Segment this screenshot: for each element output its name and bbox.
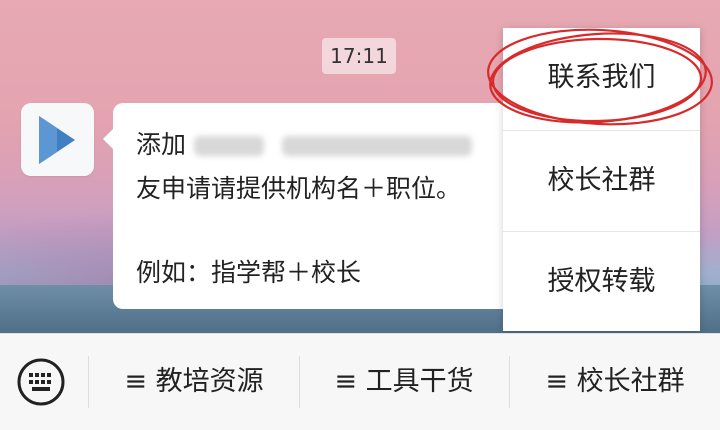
menu-item-principal-community[interactable]: 校长社群 xyxy=(503,130,700,231)
redacted-number xyxy=(281,136,472,156)
message-line-2: 友申请请提供机构名＋职位。 xyxy=(136,174,462,203)
menu-item-contact-us[interactable]: 联系我们 xyxy=(503,28,700,128)
keyboard-icon[interactable] xyxy=(16,357,66,407)
tab-tools[interactable]: ≡ 工具干货 xyxy=(300,334,508,430)
message-prefix: 添加 xyxy=(136,130,187,159)
tab-resources[interactable]: ≡ 教培资源 xyxy=(90,334,298,430)
redacted-name xyxy=(193,136,264,156)
avatar[interactable] xyxy=(21,103,94,176)
menu-item-authorized-repost[interactable]: 授权转载 xyxy=(503,231,700,332)
tab-principal-community[interactable]: ≡ 校长社群 xyxy=(510,334,720,430)
message-line-3: 例如：指学帮＋校长 xyxy=(136,258,362,287)
message-line-1: 添加 xyxy=(136,125,472,161)
bottom-menu-bar: ≡ 教培资源 ≡ 工具干货 ≡ 校长社群 xyxy=(0,333,720,430)
divider xyxy=(88,356,89,408)
timestamp: 17:11 xyxy=(322,38,396,74)
message-bubble[interactable]: 添加 友申请请提供机构名＋职位。 例如：指学帮＋校长 xyxy=(103,103,513,309)
play-triangle-logo-icon xyxy=(39,116,75,164)
popup-menu: 联系我们 校长社群 授权转载 xyxy=(503,28,700,331)
